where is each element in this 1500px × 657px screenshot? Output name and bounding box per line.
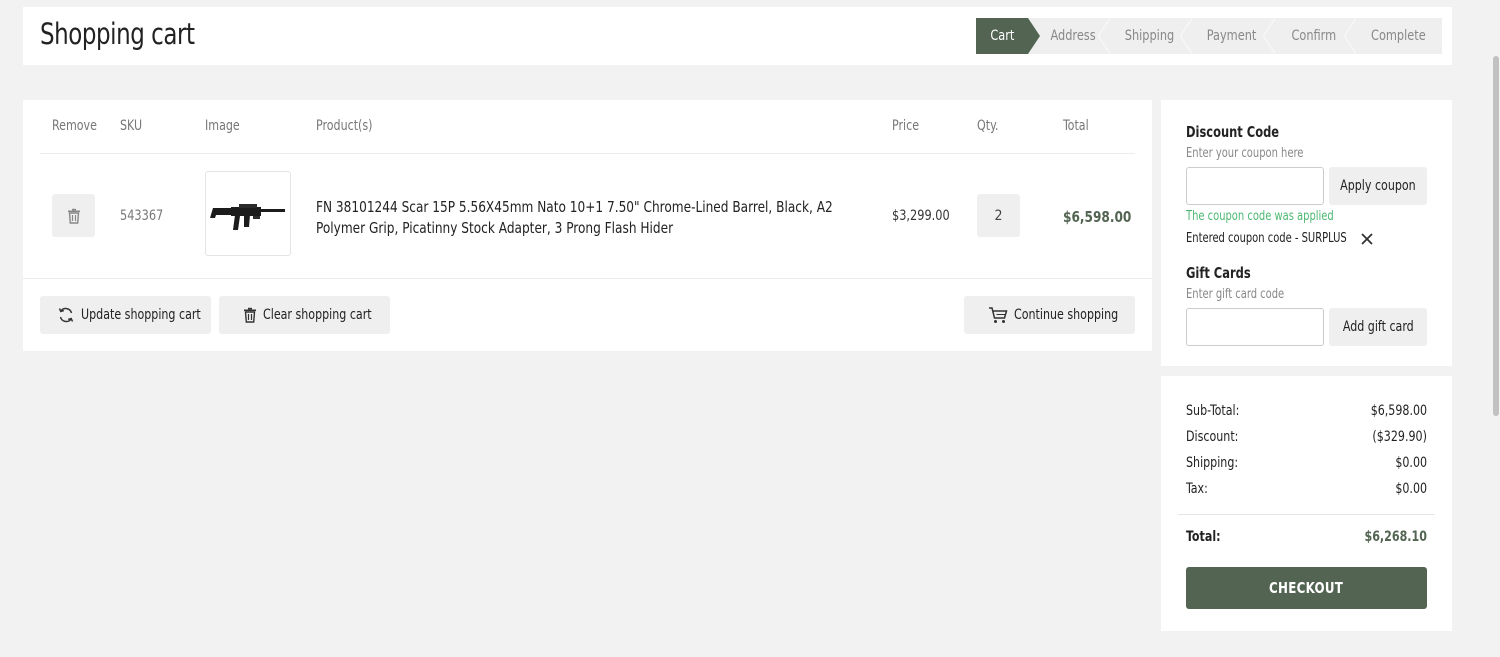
coupon-panel: Discount Code Enter your coupon here App… <box>1161 100 1452 366</box>
col-sku: SKU <box>120 118 143 134</box>
divider <box>1178 514 1435 515</box>
tax-row: Tax: $0.00 <box>1186 481 1427 497</box>
trash-icon <box>244 307 256 323</box>
checkout-steps: Cart Address Shipping Payment Confirm Co… <box>976 18 1442 54</box>
step-payment[interactable]: Payment <box>1190 18 1275 54</box>
cart-table: Remove SKU Image Product(s) Price Qty. T… <box>23 100 1152 351</box>
divider <box>40 153 1135 154</box>
discount-value: ($329.90) <box>1372 429 1427 445</box>
page-title: Shopping cart <box>40 17 195 51</box>
trash-icon <box>67 208 80 224</box>
divider <box>23 278 1152 279</box>
col-price: Price <box>892 118 920 134</box>
step-address[interactable]: Address <box>1028 18 1110 54</box>
discount-title: Discount Code <box>1186 123 1280 141</box>
scrollbar[interactable] <box>1490 0 1500 657</box>
gift-cards-title: Gift Cards <box>1186 264 1251 282</box>
close-icon[interactable] <box>1361 232 1373 245</box>
order-total-value: $6,268.10 <box>1364 529 1427 545</box>
cart-icon <box>989 307 1008 323</box>
col-image: Image <box>205 118 240 134</box>
item-price: $3,299.00 <box>892 208 950 224</box>
item-sku: 543367 <box>120 208 164 224</box>
subtotal-value: $6,598.00 <box>1370 403 1427 419</box>
rifle-image <box>210 203 285 230</box>
product-image[interactable] <box>205 171 291 256</box>
col-product: Product(s) <box>316 118 373 134</box>
refresh-icon <box>58 307 74 323</box>
discount-hint: Enter your coupon here <box>1186 146 1304 161</box>
entered-coupon-text: Entered coupon code - SURPLUS <box>1186 231 1347 246</box>
update-cart-button[interactable]: Update shopping cart <box>40 296 211 334</box>
col-qty: Qty. <box>977 118 999 134</box>
coupon-applied-message: The coupon code was applied <box>1186 209 1334 224</box>
item-total: $6,598.00 <box>1063 208 1132 226</box>
shipping-value: $0.00 <box>1395 455 1427 471</box>
order-totals: Sub-Total: $6,598.00 Discount: ($329.90)… <box>1161 376 1452 631</box>
product-name[interactable]: FN 38101244 Scar 15P 5.56X45mm Nato 10+1… <box>316 197 874 239</box>
gift-card-hint: Enter gift card code <box>1186 287 1285 302</box>
coupon-input[interactable] <box>1186 167 1324 205</box>
step-shipping[interactable]: Shipping <box>1108 18 1192 54</box>
quantity-input[interactable]: 2 <box>977 194 1020 237</box>
shipping-row: Shipping: $0.00 <box>1186 455 1427 471</box>
scrollbar-thumb[interactable] <box>1493 56 1499 416</box>
checkout-button[interactable]: CHECKOUT <box>1186 567 1427 609</box>
continue-shopping-button[interactable]: Continue shopping <box>964 296 1135 334</box>
discount-row: Discount: ($329.90) <box>1186 429 1427 445</box>
remove-item-button[interactable] <box>52 194 95 237</box>
page-header: Shopping cart Cart Address Shipping Paym… <box>23 7 1452 65</box>
col-total: Total <box>1063 118 1089 134</box>
col-remove: Remove <box>52 118 97 134</box>
add-gift-card-button[interactable]: Add gift card <box>1329 308 1427 346</box>
step-confirm[interactable]: Confirm <box>1273 18 1356 54</box>
gift-card-input[interactable] <box>1186 308 1324 346</box>
step-complete[interactable]: Complete <box>1354 18 1442 54</box>
subtotal-row: Sub-Total: $6,598.00 <box>1186 403 1427 419</box>
apply-coupon-button[interactable]: Apply coupon <box>1329 167 1427 205</box>
clear-cart-button[interactable]: Clear shopping cart <box>219 296 390 334</box>
entered-coupon: Entered coupon code - SURPLUS <box>1186 231 1373 246</box>
tax-value: $0.00 <box>1395 481 1427 497</box>
total-row: Total: $6,268.10 <box>1186 529 1427 545</box>
step-cart[interactable]: Cart <box>976 18 1040 54</box>
